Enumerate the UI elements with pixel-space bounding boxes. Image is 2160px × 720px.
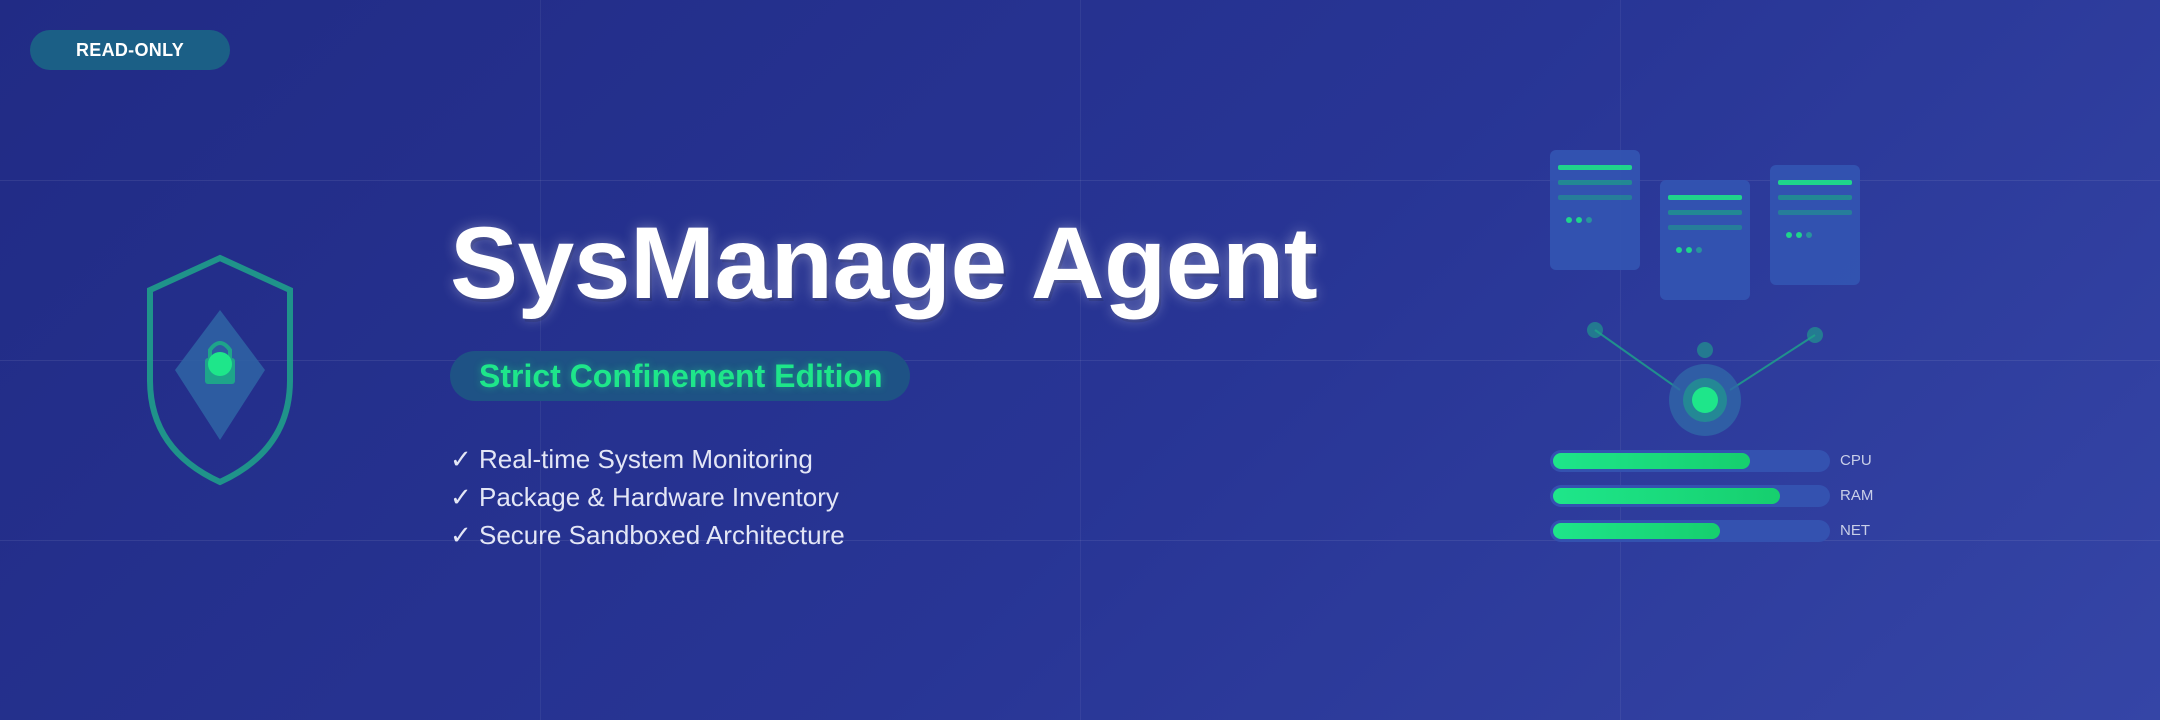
meter-label: NET: [1840, 522, 1870, 539]
meter-fill: [1553, 453, 1750, 469]
read-only-badge: READ-ONLY: [30, 30, 230, 70]
meter-track: [1550, 450, 1830, 472]
shield-lock-icon: [147, 254, 293, 486]
grid-line: [1080, 0, 1081, 720]
feature-item: ✓ Package & Hardware Inventory: [450, 482, 839, 512]
feature-list: ✓ Real-time System Monitoring ✓ Package …: [450, 440, 845, 554]
meter-label: CPU: [1840, 452, 1872, 469]
feature-item: ✓ Secure Sandboxed Architecture: [450, 520, 845, 550]
feature-item: ✓ Real-time System Monitoring: [450, 444, 813, 474]
meter-track: [1550, 485, 1830, 507]
network-hub-icon: [1587, 322, 1823, 436]
meter-fill: [1553, 523, 1720, 539]
meter-track: [1550, 520, 1830, 542]
meter-label: RAM: [1840, 487, 1874, 504]
meter-fill: [1553, 488, 1780, 504]
subtitle: Strict Confinement Edition: [479, 357, 883, 394]
subtitle-pill: Strict Confinement Edition: [450, 351, 910, 401]
page-title: SysManage Agent: [450, 206, 1318, 320]
